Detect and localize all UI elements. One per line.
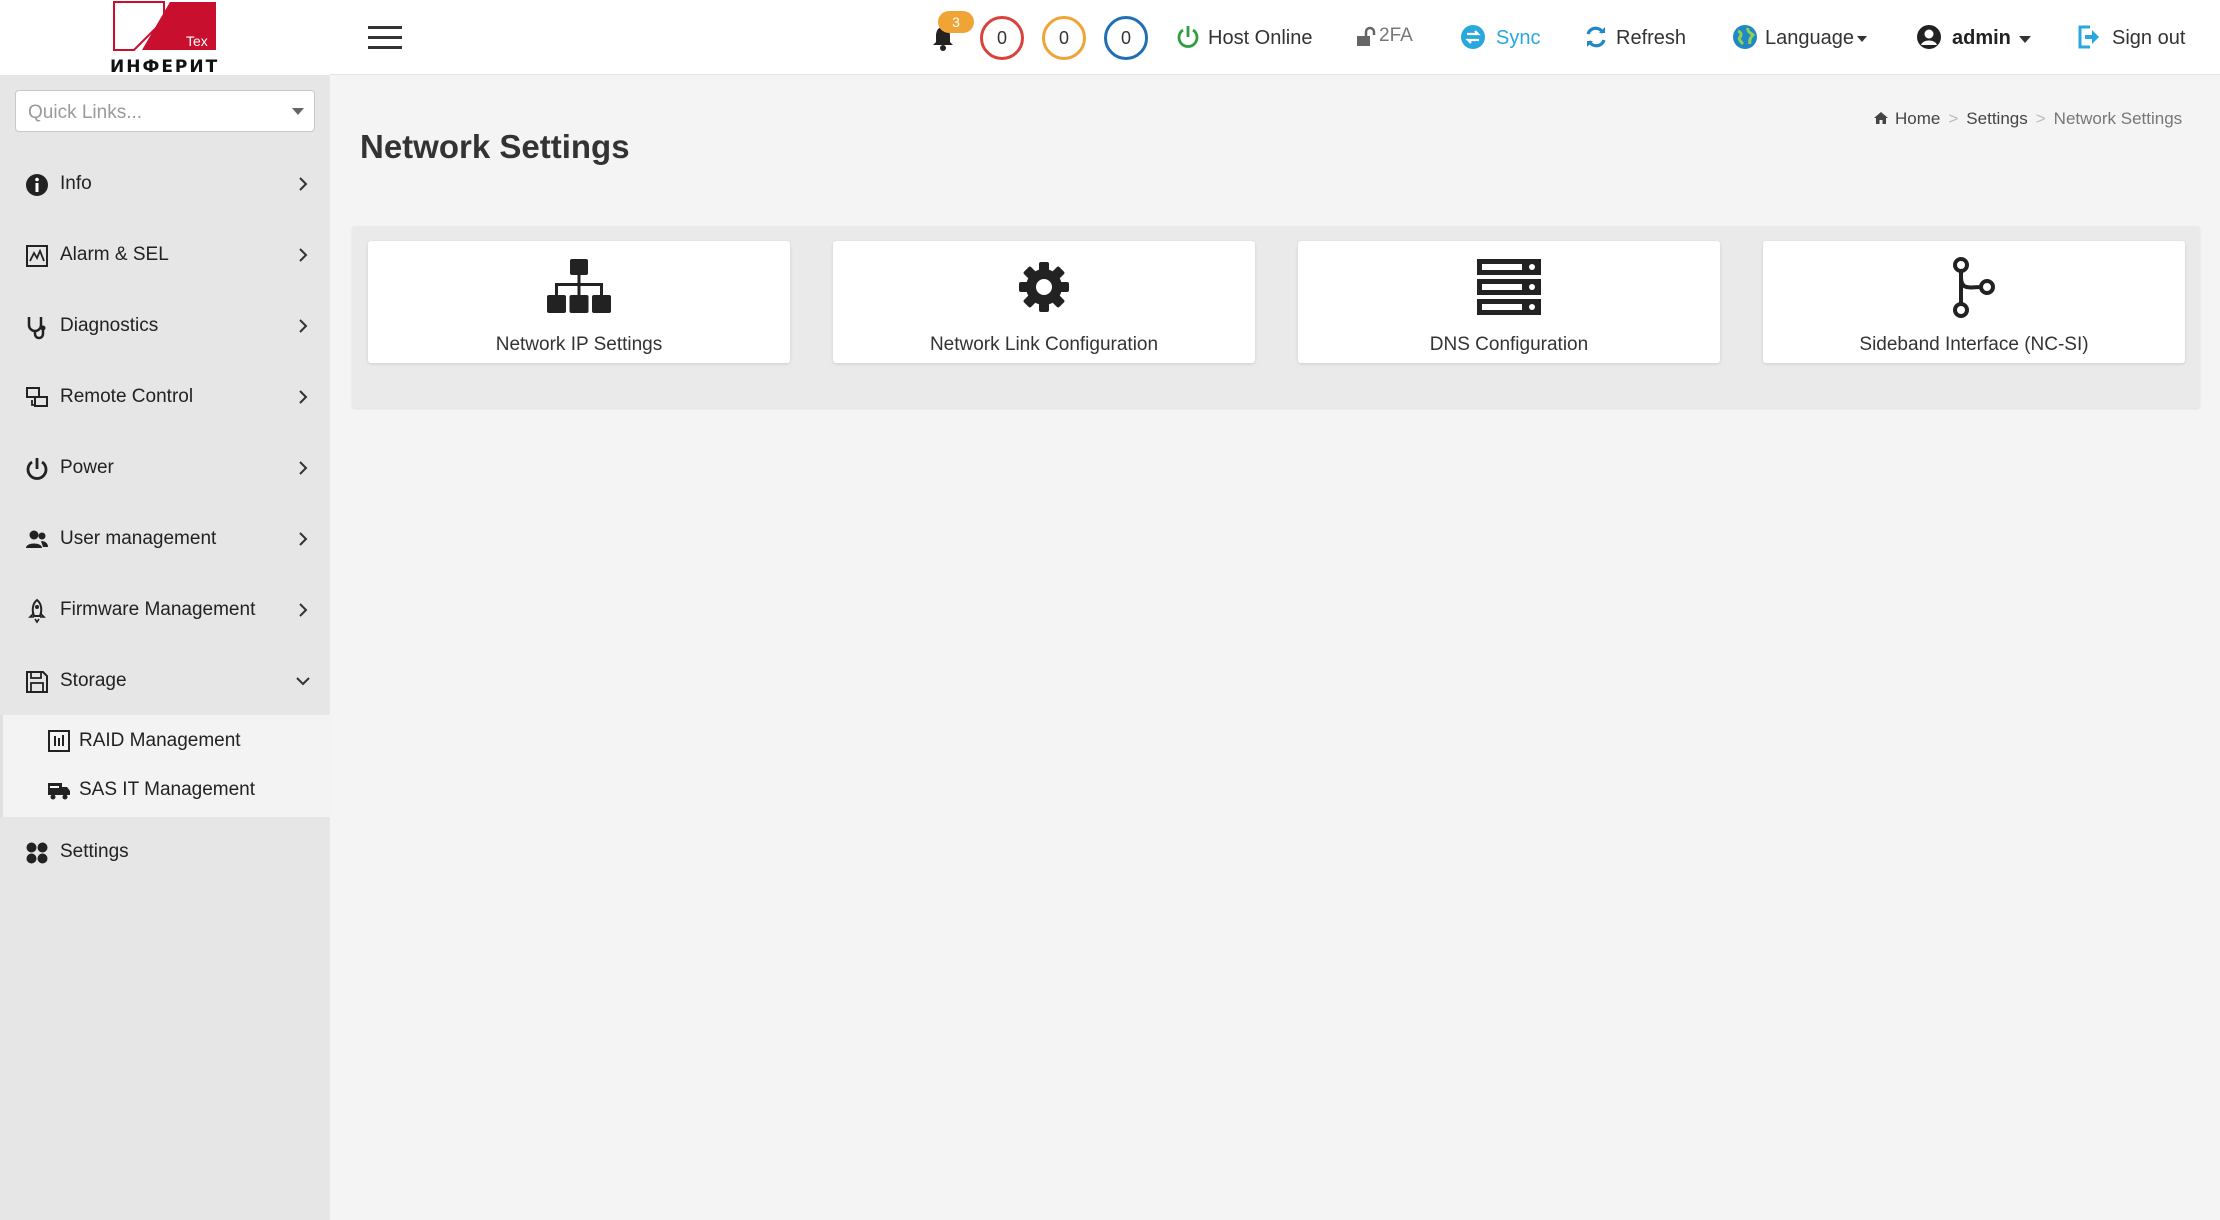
host-status: Host Online xyxy=(1175,22,1325,54)
page-title: Network Settings xyxy=(360,128,630,165)
quick-links-select[interactable]: Quick Links... xyxy=(15,90,315,132)
refresh-button[interactable]: Refresh xyxy=(1583,22,1693,54)
power-icon xyxy=(1177,26,1199,48)
chevron-right-icon xyxy=(299,390,308,404)
warning-count-badge[interactable]: 0 xyxy=(1042,16,1086,60)
caret-down-icon xyxy=(292,108,304,115)
chevron-right-icon xyxy=(299,603,308,617)
hamburger-menu-icon[interactable] xyxy=(368,26,402,50)
chevron-right-icon xyxy=(299,532,308,546)
chevron-right-icon xyxy=(299,248,308,262)
username-label: admin xyxy=(1952,27,2011,49)
sidebar-subitem-label: SAS IT Management xyxy=(79,779,256,800)
sidebar-item-label: Power xyxy=(60,457,114,478)
user-circle-icon xyxy=(1917,25,1941,49)
card-label: Network Link Configuration xyxy=(929,334,1159,355)
critical-count-badge[interactable]: 0 xyxy=(980,16,1024,60)
sidebar-item-label: User management xyxy=(60,528,217,549)
card-sideband-interface-ncsi[interactable]: Sideband Interface (NC-SI) xyxy=(1763,241,2185,363)
language-dropdown[interactable]: Language xyxy=(1732,22,1872,54)
language-label: Language xyxy=(1765,27,1854,49)
sidebar-item-alarm-sel[interactable]: Alarm & SEL xyxy=(0,225,330,285)
sitemap-icon xyxy=(547,259,611,313)
card-label: DNS Configuration xyxy=(1429,334,1589,355)
refresh-label: Refresh xyxy=(1616,27,1687,49)
logo[interactable]: Tex ИНФЕРИТ xyxy=(0,0,330,77)
breadcrumb-current: Network Settings xyxy=(2053,109,2183,128)
sidebar-subitem-label: RAID Management xyxy=(79,730,241,751)
unlock-icon xyxy=(1357,26,1376,46)
sidebar-item-storage[interactable]: Storage xyxy=(0,651,330,711)
sync-icon xyxy=(1461,25,1485,49)
floppy-icon xyxy=(26,671,48,693)
grid-icon xyxy=(26,842,48,864)
home-icon xyxy=(1874,112,1888,124)
refresh-icon xyxy=(1586,26,1606,48)
card-label: Sideband Interface (NC-SI) xyxy=(1859,334,2089,355)
sidebar-item-settings[interactable]: Settings xyxy=(0,822,330,882)
sidebar-item-label: Storage xyxy=(60,670,127,691)
info-count-badge[interactable]: 0 xyxy=(1104,16,1148,60)
sidebar-item-remote-control[interactable]: Remote Control xyxy=(0,367,330,427)
sidebar-item-label: Diagnostics xyxy=(60,315,159,336)
logo-text: ИНФЕРИТ xyxy=(110,57,220,77)
notification-badge: 3 xyxy=(938,11,974,33)
branch-icon xyxy=(1953,257,1995,318)
card-network-ip-settings[interactable]: Network IP Settings xyxy=(368,241,790,363)
server-icon xyxy=(1477,259,1541,315)
power-icon xyxy=(26,458,48,480)
storage-submenu: RAID Management SAS IT Management xyxy=(0,715,330,817)
sidebar-item-label: Firmware Management xyxy=(60,599,256,620)
remote-control-icon xyxy=(26,387,48,407)
breadcrumb-home[interactable]: Home xyxy=(1895,109,1940,128)
sidebar-item-diagnostics[interactable]: Diagnostics xyxy=(0,296,330,356)
sidebar: Tex ИНФЕРИТ Quick Links... Info Alarm & … xyxy=(0,0,330,1220)
chevron-right-icon xyxy=(299,461,308,475)
users-icon xyxy=(26,530,48,548)
sidebar-item-label: Info xyxy=(60,173,92,194)
sidebar-item-info[interactable]: Info xyxy=(0,154,330,214)
chevron-right-icon xyxy=(299,319,308,333)
top-header: 3 0 0 0 Host Online 2FA Sync Refresh Lan… xyxy=(330,0,2220,75)
caret-down-icon xyxy=(1857,36,1867,42)
chevron-right-icon xyxy=(299,177,308,191)
sign-out-icon xyxy=(2078,25,2099,49)
gear-icon xyxy=(1019,262,1069,312)
card-network-link-configuration[interactable]: Network Link Configuration xyxy=(833,241,1255,363)
sidebar-item-firmware-management[interactable]: Firmware Management xyxy=(0,580,330,640)
rocket-icon xyxy=(28,598,46,624)
sidebar-subitem-raid-management[interactable]: RAID Management xyxy=(3,717,333,765)
alarm-icon xyxy=(26,245,48,267)
globe-icon xyxy=(1733,25,1757,49)
sidebar-item-label: Remote Control xyxy=(60,386,194,407)
stethoscope-icon xyxy=(27,317,46,340)
logo-tag: Tex xyxy=(186,33,208,49)
card-label: Network IP Settings xyxy=(495,334,663,355)
quick-links-placeholder: Quick Links... xyxy=(28,102,143,123)
caret-down-icon xyxy=(2019,36,2031,43)
user-menu[interactable]: admin xyxy=(1916,22,2036,54)
sidebar-item-user-management[interactable]: User management xyxy=(0,509,330,569)
host-status-label: Host Online xyxy=(1208,27,1313,49)
breadcrumb-settings[interactable]: Settings xyxy=(1966,109,2027,128)
raid-icon xyxy=(48,730,70,752)
breadcrumb-separator: > xyxy=(2035,109,2046,128)
sidebar-item-label: Settings xyxy=(60,841,129,862)
sync-button[interactable]: Sync xyxy=(1460,22,1540,54)
info-icon xyxy=(26,174,48,196)
twofa-label: 2FA xyxy=(1379,25,1413,46)
sign-out-button[interactable]: Sign out xyxy=(2076,22,2196,54)
sign-out-label: Sign out xyxy=(2112,27,2186,49)
sas-icon xyxy=(48,783,70,800)
sync-label: Sync xyxy=(1496,27,1541,49)
sidebar-subitem-sas-it-management[interactable]: SAS IT Management xyxy=(3,766,333,814)
chevron-down-icon xyxy=(296,677,310,686)
sidebar-item-power[interactable]: Power xyxy=(0,438,330,498)
twofa-button[interactable]: 2FA xyxy=(1355,22,1415,54)
card-dns-configuration[interactable]: DNS Configuration xyxy=(1298,241,1720,363)
breadcrumb-separator: > xyxy=(1948,109,1959,128)
sidebar-item-label: Alarm & SEL xyxy=(60,244,169,265)
breadcrumb: Home > Settings > Network Settings xyxy=(1873,109,2182,129)
